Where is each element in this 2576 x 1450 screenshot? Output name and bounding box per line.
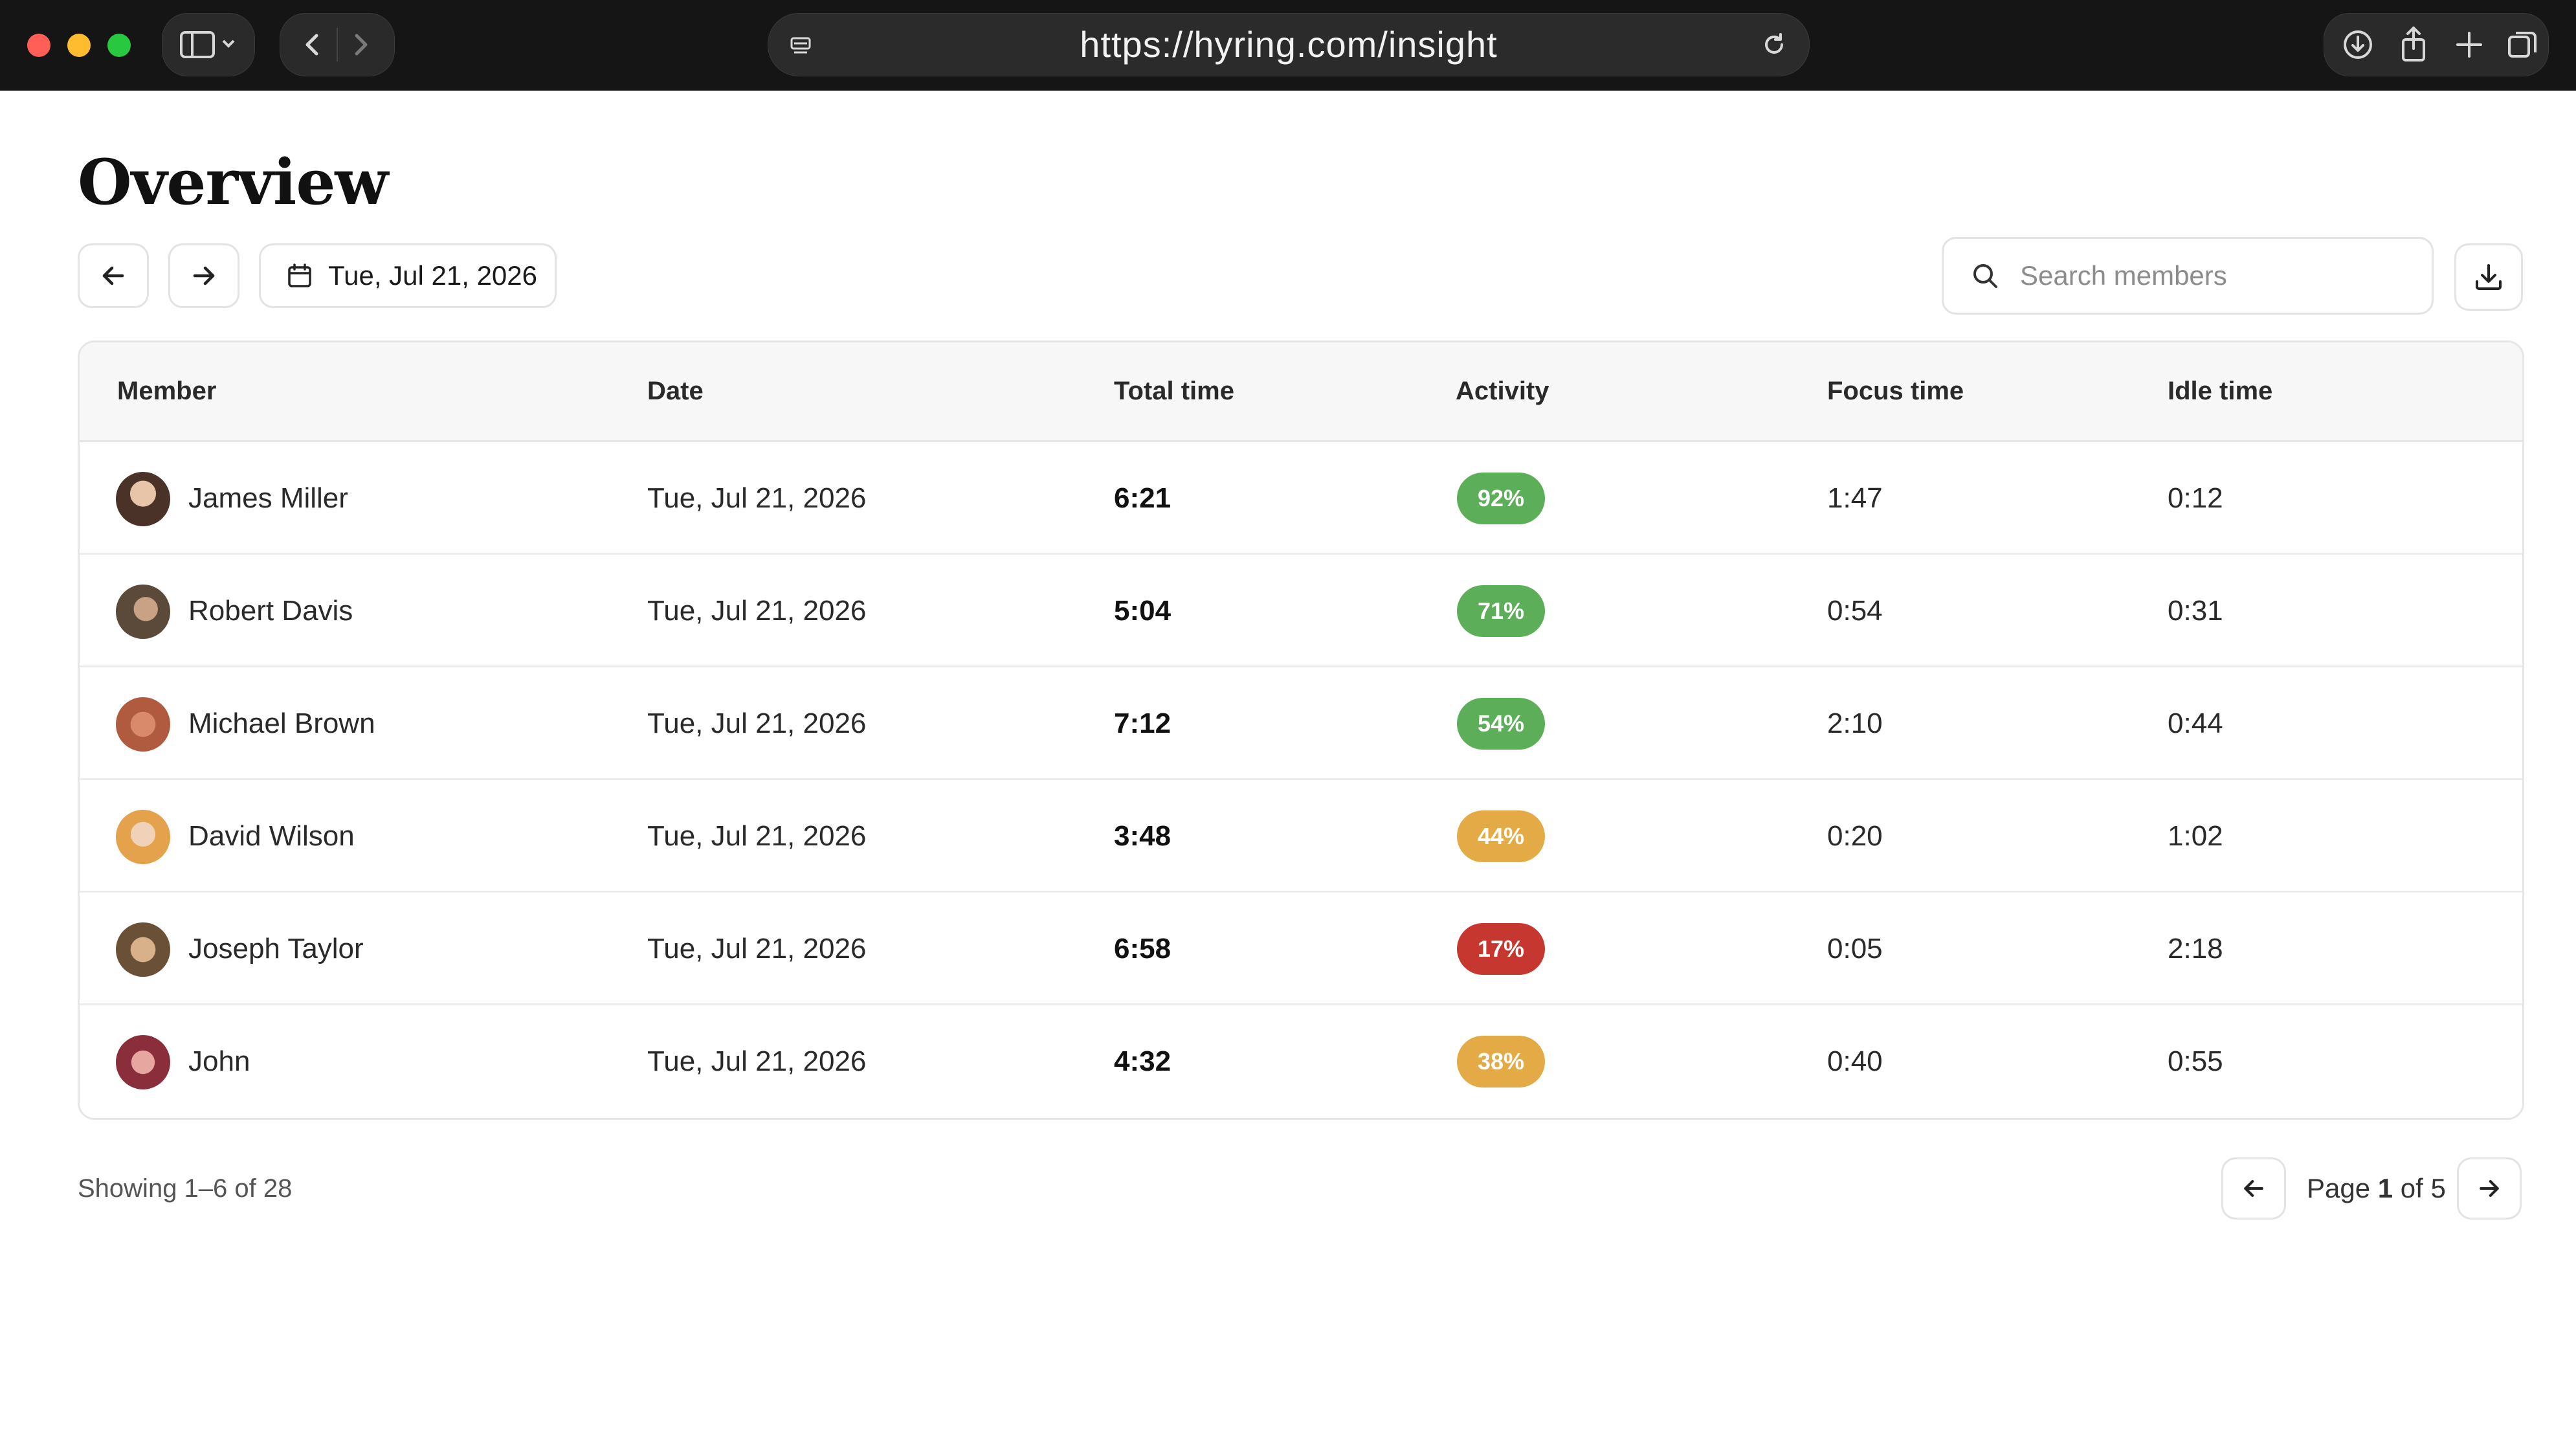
table-row[interactable]: Joseph Taylor Tue, Jul 21, 2026 6:58 17%…: [80, 893, 2522, 1005]
browser-toolbar: https://hyring.com/insight: [0, 0, 2576, 91]
table-header: Member Date Total time Activity Focus ti…: [80, 342, 2522, 442]
avatar: [116, 697, 170, 752]
row-date: Tue, Jul 21, 2026: [647, 1045, 867, 1077]
total-pages: 5: [2430, 1173, 2446, 1203]
sidebar-icon: [180, 31, 235, 58]
tab-overview-icon[interactable]: [2505, 28, 2539, 61]
search-box[interactable]: [1942, 237, 2434, 315]
history-nav: [280, 13, 395, 76]
total-time: 7:12: [1114, 708, 1171, 739]
focus-time: 0:20: [1827, 820, 1883, 852]
share-icon[interactable]: [2397, 25, 2430, 63]
forward-icon[interactable]: [348, 32, 373, 58]
date-picker-button[interactable]: Tue, Jul 21, 2026: [259, 243, 557, 308]
focus-time: 0:05: [1827, 933, 1883, 965]
member-name: Joseph Taylor: [188, 933, 364, 965]
reload-icon[interactable]: [1761, 32, 1787, 58]
arrow-right-icon: [2480, 1180, 2499, 1197]
zoom-window-button[interactable]: [107, 34, 131, 57]
idle-time: 0:55: [2168, 1045, 2223, 1077]
download-icon: [2476, 264, 2502, 290]
member-name: Michael Brown: [188, 708, 375, 739]
table-row[interactable]: Michael Brown Tue, Jul 21, 2026 7:12 54%…: [80, 667, 2522, 780]
avatar: [116, 585, 170, 639]
calendar-icon: [288, 263, 311, 287]
page-title: Overview: [78, 146, 388, 219]
avatar: [116, 810, 170, 864]
minimize-window-button[interactable]: [67, 34, 91, 57]
column-header-focus-time[interactable]: Focus time: [1827, 342, 1964, 440]
idle-time: 0:44: [2168, 708, 2223, 739]
previous-day-button[interactable]: [78, 243, 149, 308]
column-header-activity[interactable]: Activity: [1456, 342, 1549, 440]
row-date: Tue, Jul 21, 2026: [647, 708, 867, 739]
focus-time: 0:40: [1827, 1045, 1883, 1077]
current-page: 1: [2377, 1173, 2393, 1203]
idle-time: 1:02: [2168, 820, 2223, 852]
next-day-button[interactable]: [168, 243, 239, 308]
url-text: https://hyring.com/insight: [1080, 24, 1498, 65]
arrow-left-icon: [2244, 1180, 2263, 1197]
new-tab-icon[interactable]: [2454, 29, 2485, 60]
date-picker-label: Tue, Jul 21, 2026: [328, 260, 537, 291]
table-row[interactable]: James Miller Tue, Jul 21, 2026 6:21 92% …: [80, 442, 2522, 555]
member-name: Robert Davis: [188, 595, 353, 627]
focus-time: 2:10: [1827, 708, 1883, 739]
close-window-button[interactable]: [27, 34, 50, 57]
member-name: John: [188, 1045, 250, 1077]
row-date: Tue, Jul 21, 2026: [647, 933, 867, 965]
page-prefix: Page: [2307, 1173, 2371, 1203]
column-header-member[interactable]: Member: [117, 342, 216, 440]
idle-time: 0:12: [2168, 482, 2223, 514]
column-header-idle-time[interactable]: Idle time: [2168, 342, 2272, 440]
row-date: Tue, Jul 21, 2026: [647, 595, 867, 627]
column-header-total-time[interactable]: Total time: [1114, 342, 1234, 440]
members-table: Member Date Total time Activity Focus ti…: [78, 340, 2524, 1120]
back-icon[interactable]: [300, 32, 326, 58]
arrow-right-icon: [193, 266, 215, 285]
focus-time: 0:54: [1827, 595, 1883, 627]
member-name: David Wilson: [188, 820, 355, 852]
arrow-left-icon: [102, 266, 124, 285]
table-row[interactable]: Robert Davis Tue, Jul 21, 2026 5:04 71% …: [80, 555, 2522, 667]
activity-badge: 54%: [1457, 698, 1546, 750]
search-icon: [1973, 264, 1997, 288]
table-row[interactable]: John Tue, Jul 21, 2026 4:32 38% 0:40 0:5…: [80, 1005, 2522, 1118]
total-time: 4:32: [1114, 1045, 1171, 1077]
avatar: [116, 472, 170, 526]
address-bar[interactable]: https://hyring.com/insight: [768, 13, 1810, 76]
avatar: [116, 1035, 170, 1089]
page-of: of: [2400, 1173, 2423, 1203]
page-indicator: Page 1 of 5: [2307, 1157, 2446, 1220]
member-name: James Miller: [188, 482, 348, 514]
total-time: 6:21: [1114, 482, 1171, 514]
previous-page-button[interactable]: [2221, 1157, 2286, 1220]
browser-actions: [2324, 13, 2549, 76]
column-header-date[interactable]: Date: [647, 342, 704, 440]
table-row[interactable]: David Wilson Tue, Jul 21, 2026 3:48 44% …: [80, 780, 2522, 893]
row-date: Tue, Jul 21, 2026: [647, 820, 867, 852]
activity-badge: 38%: [1457, 1036, 1546, 1088]
download-button[interactable]: [2454, 243, 2523, 311]
next-page-button[interactable]: [2457, 1157, 2522, 1220]
avatar: [116, 922, 170, 977]
idle-time: 2:18: [2168, 933, 2223, 965]
search-input[interactable]: [2019, 260, 2410, 292]
row-date: Tue, Jul 21, 2026: [647, 482, 867, 514]
total-time: 5:04: [1114, 595, 1171, 627]
results-count: Showing 1–6 of 28: [78, 1174, 293, 1203]
activity-badge: 92%: [1457, 473, 1546, 524]
activity-badge: 71%: [1457, 585, 1546, 637]
total-time: 6:58: [1114, 933, 1171, 965]
sidebar-toggle-button[interactable]: [162, 13, 255, 76]
activity-badge: 17%: [1457, 923, 1546, 975]
total-time: 3:48: [1114, 820, 1171, 852]
idle-time: 0:31: [2168, 595, 2223, 627]
focus-time: 1:47: [1827, 482, 1883, 514]
activity-badge: 44%: [1457, 810, 1546, 862]
downloads-icon[interactable]: [2341, 28, 2375, 61]
